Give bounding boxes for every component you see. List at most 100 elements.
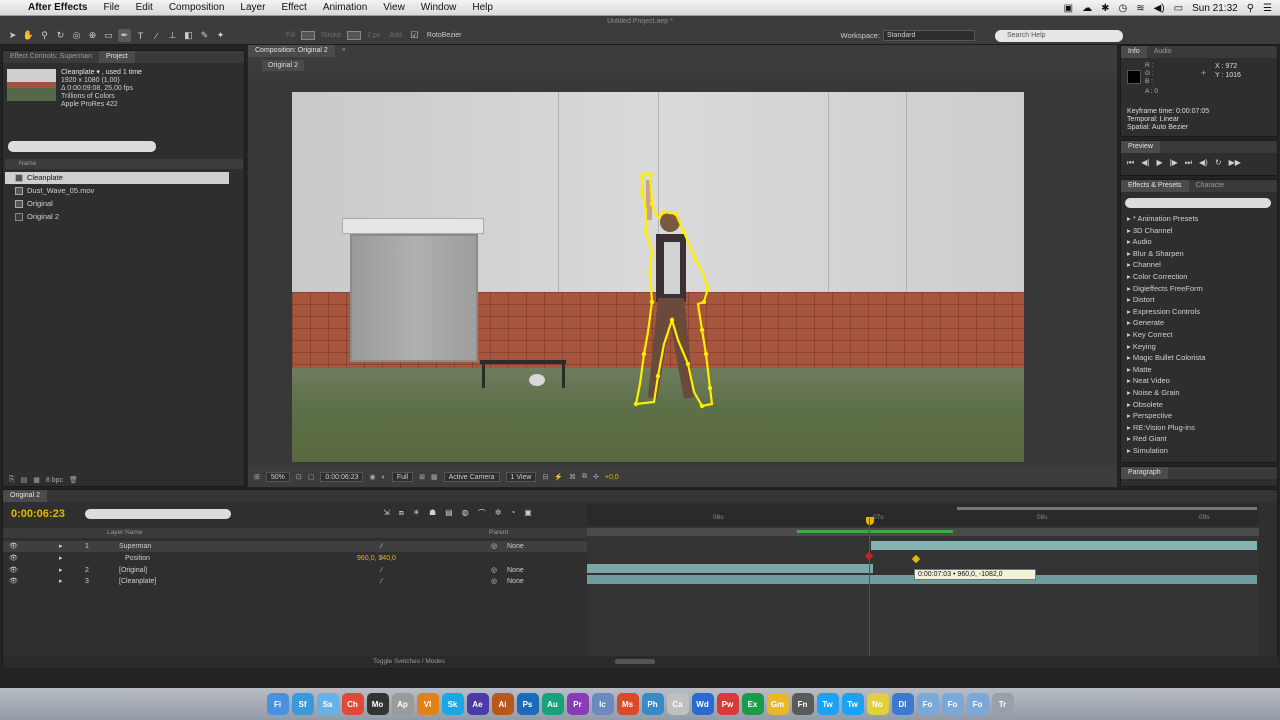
auto-keyframe-icon[interactable]: ◔ (510, 508, 515, 519)
tab-composition[interactable]: Composition: Original 2 (248, 45, 335, 57)
effect-category-item[interactable]: ▸ Channel (1127, 260, 1161, 269)
resolution-dropdown[interactable]: Full (391, 472, 414, 482)
quality-switch-icon[interactable]: ∕ (381, 576, 382, 587)
graph-editor-icon[interactable]: ⌒ (478, 508, 486, 519)
effect-category-item[interactable]: ▸ Blur & Sharpen (1127, 249, 1184, 258)
effect-category-item[interactable]: ▸ Simulation (1127, 446, 1168, 455)
current-time-display[interactable]: 0:00:06:23 (320, 472, 364, 482)
effect-category-item[interactable]: ▸ Matte (1127, 365, 1152, 374)
battery-icon[interactable]: ▭ (1174, 3, 1183, 14)
layer-row[interactable]: 👁 ▸ 3 [Cleanplate] ∕ ◎ None (3, 576, 587, 587)
prev-frame-icon[interactable]: ◀| (1141, 158, 1149, 168)
film-icon[interactable]: ▣ (524, 508, 532, 519)
dock-app-icon[interactable]: Ae (466, 693, 489, 715)
dock-app-icon[interactable]: Sa (316, 693, 339, 715)
menu-composition[interactable]: Composition (161, 2, 233, 13)
effect-category-item[interactable]: ▸ Perspective (1127, 411, 1172, 420)
new-comp-icon[interactable]: ▦ (33, 476, 40, 484)
dock-app-icon[interactable]: Tw (816, 693, 839, 715)
zoom-tool-icon[interactable]: ⚲ (38, 29, 51, 42)
position-value[interactable]: 960,0, 540,0 (357, 553, 396, 564)
stroke-width[interactable]: 2 px (364, 32, 383, 39)
close-icon[interactable]: × (335, 45, 353, 57)
menu-window[interactable]: Window (413, 2, 465, 13)
menu-effect[interactable]: Effect (273, 2, 314, 13)
shy-icon[interactable]: ☗ (429, 508, 436, 519)
tab-effect-controls[interactable]: Effect Controls: Superman (3, 51, 99, 63)
effect-category-item[interactable]: ▸ Generate (1127, 318, 1164, 327)
dock-app-icon[interactable]: Wd (691, 693, 714, 715)
last-frame-icon[interactable]: ⏭ (1185, 158, 1192, 168)
region-of-interest-icon[interactable]: ⊠ (419, 473, 425, 481)
parent-dropdown[interactable]: None (507, 565, 524, 576)
project-item[interactable]: Original 2 (5, 211, 229, 223)
volume-icon[interactable]: ◀) (1154, 3, 1165, 14)
dock-app-icon[interactable]: Ph (641, 693, 664, 715)
view-layout-dropdown[interactable]: 1 View (505, 472, 537, 482)
col-parent[interactable]: Parent (489, 529, 508, 536)
dock-app-icon[interactable]: Fn (791, 693, 814, 715)
trash-icon[interactable]: 🗑 (69, 476, 78, 484)
visibility-icon[interactable]: 👁 (9, 576, 18, 587)
comp-mini-flowchart-icon[interactable]: ⇲ (383, 508, 390, 519)
menubar-clock[interactable]: Sun 21:32 (1192, 3, 1238, 14)
camera-dropdown[interactable]: Active Camera (443, 472, 500, 482)
menu-view[interactable]: View (375, 2, 413, 13)
effect-category-item[interactable]: ▸ Digieffects FreeForm (1127, 284, 1203, 293)
checkbox-icon[interactable]: ☑ (408, 29, 421, 42)
tab-preview[interactable]: Preview (1121, 141, 1160, 153)
type-tool-icon[interactable]: T (134, 29, 147, 42)
fast-previews-icon[interactable]: ⚡ (554, 473, 563, 481)
menu-file[interactable]: File (95, 2, 127, 13)
cti-head[interactable] (866, 517, 874, 525)
menu-help[interactable]: Help (464, 2, 501, 13)
project-item[interactable]: Original (5, 198, 229, 210)
dock-app-icon[interactable]: Dl (891, 693, 914, 715)
tab-audio[interactable]: Audio (1147, 46, 1179, 58)
effect-category-item[interactable]: ▸ 3D Channel (1127, 226, 1172, 235)
expand-layer-icon[interactable]: ▸ (59, 541, 63, 552)
dock-app-icon[interactable]: Ps (516, 693, 539, 715)
tab-info[interactable]: Info (1121, 46, 1147, 58)
effect-category-item[interactable]: ▸ * Animation Presets (1127, 214, 1198, 223)
menu-layer[interactable]: Layer (232, 2, 273, 13)
next-frame-icon[interactable]: |▶ (1170, 158, 1178, 168)
comp-flow-tab[interactable]: Original 2 (262, 60, 304, 71)
fill-swatch[interactable] (300, 31, 315, 40)
project-item[interactable]: Dust_Wave_05.mov (5, 185, 229, 197)
dock-app-icon[interactable]: Ch (341, 693, 364, 715)
effects-search-input[interactable] (1125, 198, 1271, 208)
effect-category-item[interactable]: ▸ Neat Video (1127, 376, 1170, 385)
tab-project[interactable]: Project (98, 51, 135, 63)
effect-category-item[interactable]: ▸ Color Correction (1127, 272, 1187, 281)
menu-edit[interactable]: Edit (128, 2, 161, 13)
snapshot-icon[interactable]: ◉ (369, 473, 375, 481)
quality-switch-icon[interactable]: ∕ (381, 553, 382, 564)
add-dropdown[interactable]: Add (386, 32, 404, 39)
project-item[interactable]: Cleanplate (5, 172, 229, 184)
bpc-label[interactable]: 8 bpc (46, 477, 63, 484)
effect-category-item[interactable]: ▸ Magic Bullet Colorista (1127, 353, 1205, 362)
cloud-icon[interactable]: ☁ (1082, 3, 1092, 14)
dock-app-icon[interactable]: Sf (291, 693, 314, 715)
zoom-slider[interactable] (615, 659, 655, 664)
layer-name[interactable]: [Cleanplate] (119, 576, 156, 587)
tab-paragraph[interactable]: Paragraph (1121, 467, 1168, 479)
app-menu[interactable]: After Effects (20, 2, 95, 13)
wifi-icon[interactable]: ≋ (1136, 3, 1144, 14)
transparency-grid-icon[interactable]: ▦ (431, 473, 438, 481)
hand-tool-icon[interactable]: ✋ (22, 29, 35, 42)
dock-app-icon[interactable]: Pr (566, 693, 589, 715)
expand-layer-icon[interactable]: ▸ (59, 576, 63, 587)
toggle-pixel-aspect-icon[interactable]: ⊟ (542, 473, 548, 481)
dock-app-icon[interactable]: Vl (416, 693, 439, 715)
notification-icon[interactable]: ☰ (1263, 3, 1272, 14)
layer-row[interactable]: 👁 ▸ 2 [Original] ∕ ◎ None (3, 565, 587, 576)
comp-flowchart-icon[interactable]: ⧉ (582, 473, 587, 481)
visibility-icon[interactable]: 👁 (9, 565, 18, 576)
new-folder-icon[interactable]: ▤ (21, 476, 28, 484)
menu-animation[interactable]: Animation (315, 2, 375, 13)
quality-switch-icon[interactable]: ∕ (381, 565, 382, 576)
camera-icon[interactable]: ▣ (1064, 3, 1073, 14)
spotlight-icon[interactable]: ⚲ (1247, 3, 1254, 14)
